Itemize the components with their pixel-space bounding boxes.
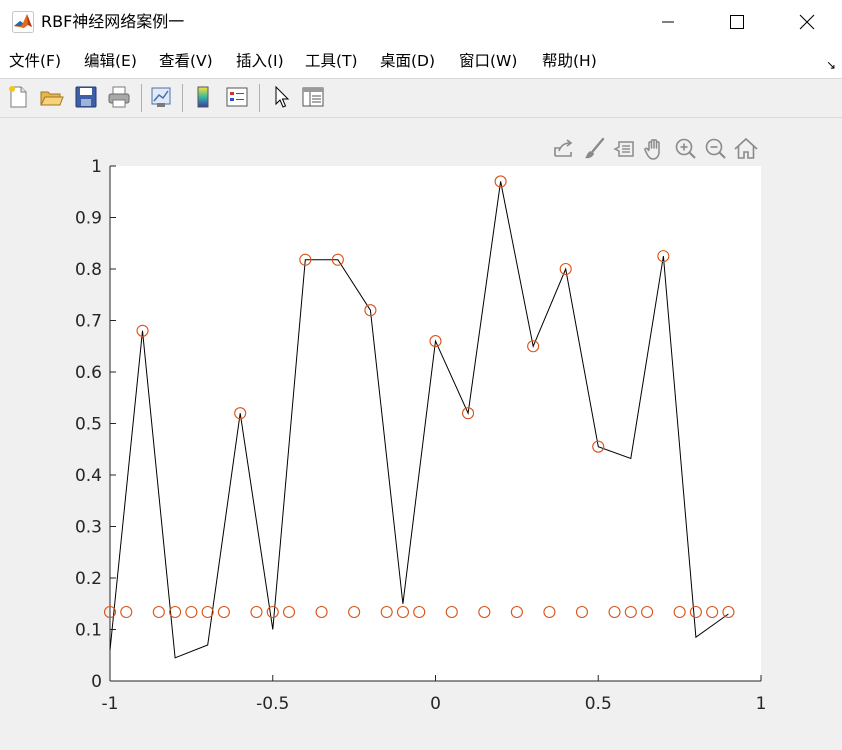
data-point-marker	[706, 605, 719, 619]
series-line	[109, 181, 729, 659]
data-point-marker	[282, 605, 296, 619]
x-tick-label: -1	[102, 694, 119, 714]
data-point-marker	[510, 605, 523, 619]
y-tick-label: 0.1	[75, 621, 102, 641]
x-tick-label: -0.5	[256, 694, 289, 714]
data-point-marker	[575, 605, 589, 619]
y-tick-label: 0.6	[75, 363, 102, 383]
y-tick-label: 0.3	[75, 518, 102, 538]
data-point-marker	[722, 605, 735, 619]
y-tick-label: 1	[91, 157, 102, 177]
data-point-marker	[689, 605, 702, 619]
chart: -1 -0.5 0 0.5 1 0 0.1 0.2 0.3 0.4 0.5 0.6 0.7 0.8 0.9 1	[75, 157, 767, 714]
y-tick-label: 0.7	[75, 312, 102, 332]
y-tick-label: 0.5	[75, 415, 102, 435]
y-tick-label: 0.8	[75, 260, 102, 280]
data-point-marker	[543, 605, 556, 619]
y-tick-label: 0.4	[75, 466, 102, 486]
y-tick-label: 0	[91, 672, 102, 692]
data-point-marker	[120, 605, 133, 619]
x-tick-label: 1	[756, 694, 767, 714]
data-point-marker	[396, 605, 410, 619]
x-tick-label: 0.5	[585, 694, 612, 714]
data-point-marker	[217, 605, 230, 619]
data-point-marker	[185, 605, 198, 619]
y-tick-label: 0.2	[75, 569, 102, 589]
data-point-marker	[641, 605, 654, 619]
data-point-marker	[348, 605, 361, 619]
data-point-marker	[152, 605, 165, 619]
data-point-marker	[315, 605, 328, 619]
data-point-marker	[169, 605, 182, 619]
data-point-marker	[478, 605, 491, 619]
data-point-marker	[624, 605, 637, 619]
y-tick-label: 0.9	[75, 209, 102, 229]
data-point-marker	[250, 605, 263, 619]
data-point-marker	[201, 605, 214, 619]
data-point-marker	[266, 605, 279, 619]
data-point-marker	[673, 605, 686, 619]
x-tick-label: 0	[430, 694, 441, 714]
data-point-marker	[445, 605, 458, 619]
data-point-marker	[413, 605, 426, 619]
data-point-marker	[608, 605, 621, 619]
data-point-marker	[380, 605, 393, 619]
